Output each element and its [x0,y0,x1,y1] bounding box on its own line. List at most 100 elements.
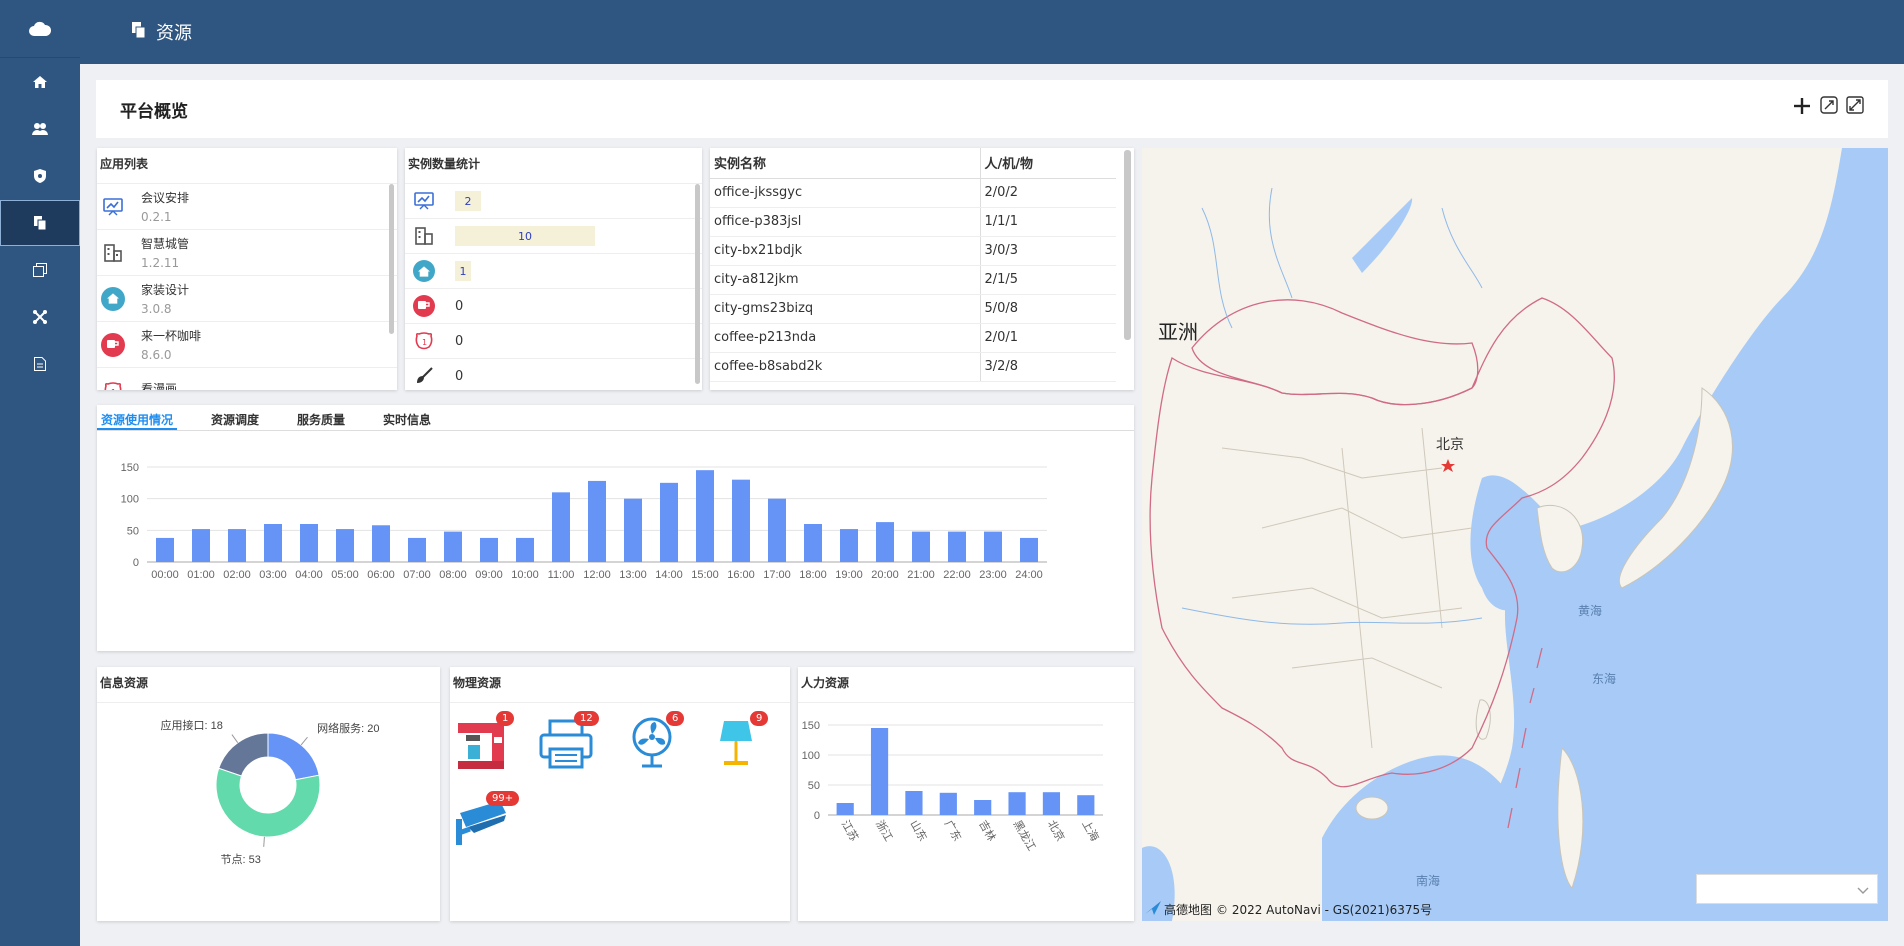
bar [624,498,642,562]
instance-name: office-p383jsl [710,207,980,237]
app-name: 智慧城管 [141,237,190,251]
sidebar [0,0,80,946]
column-header-ratio[interactable]: 人/机/物 [979,148,1116,179]
edit-external-icon[interactable] [1820,96,1838,121]
bar [939,792,957,815]
autonavi-logo-icon [1144,900,1162,919]
table-row[interactable]: city-a812jkm 2/1/5 [710,265,1116,295]
lamp-icon[interactable] [716,717,756,773]
pie-slice [215,767,321,838]
instances-table: 实例名称 人/机/物 office-jkssgyc 2/0/2 office-p3… [710,148,1116,382]
network-icon[interactable] [0,294,80,340]
instance-ratio: 3/2/8 [979,352,1116,382]
instance-ratio: 3/0/3 [979,236,1116,266]
page-title: 资源 [156,23,192,44]
overview-title: 平台概览 [120,101,188,122]
bar [228,529,246,562]
map-logo-text: 高德地图 [1164,903,1213,917]
tab-resource-scheduling[interactable]: 资源调度 [207,405,263,430]
list-item: 1 0 [405,324,702,359]
copy-icon[interactable] [0,247,80,293]
pie-label: 应用接口: 18 [161,718,223,732]
building-icon [413,225,435,247]
instance-stats-title: 实例数量统计 [405,148,702,184]
users-icon[interactable] [0,106,80,152]
bar [1077,795,1095,815]
map-attribution: 高德地图 © 2022 AutoNavi - GS(2021)6375号 [1144,900,1432,919]
coffee-icon [101,332,125,357]
bar [912,531,930,562]
instance-stats-scrollbar[interactable] [695,184,700,384]
instance-count-bar: 10 [455,226,595,246]
list-item[interactable]: 智慧城管 1.2.11 [97,230,397,276]
resources-nav-icon[interactable] [0,200,80,246]
table-row[interactable]: coffee-p213nda 2/0/1 [710,323,1116,353]
instance-ratio: 2/0/2 [979,178,1116,208]
svg-text:1: 1 [422,338,427,347]
instance-name: city-gms23bizq [710,294,980,324]
table-row[interactable]: office-p383jsl 1/1/1 [710,207,1116,237]
coffee-machine-icon[interactable] [454,717,508,775]
shield-icon[interactable] [0,153,80,199]
bar [264,524,282,562]
coffee-icon [413,295,435,317]
table-row[interactable]: city-bx21bdjk 3/0/3 [710,236,1116,266]
resources-title-icon [132,21,146,43]
x-tick-label: 02:00 [223,569,251,581]
x-tick-label: 20:00 [871,569,899,581]
list-item[interactable]: 1 看漫画 [97,368,397,390]
tab-realtime-info[interactable]: 实时信息 [379,405,435,430]
pie-label-line [263,836,265,847]
fan-icon[interactable] [630,717,674,773]
plus-icon[interactable] [1792,96,1812,121]
tab-resource-usage[interactable]: 资源使用情况 [97,405,178,430]
table-row[interactable]: coffee-b8sabd2k 3/2/8 [710,352,1116,382]
fullscreen-icon[interactable] [1846,96,1864,121]
bar [516,537,534,562]
instance-count: 0 [455,298,464,314]
pie-label: 网络服务: 20 [317,721,379,735]
resource-usage-panel: 资源使用情况 资源调度 服务质量 实时信息 0 50 100 150 00:00 01:0… [97,405,1134,651]
map-view[interactable]: 亚洲 北京 黄海 东海 南海 高德地图 © 2022 AutoNavi - GS… [1142,148,1888,921]
resource-tabs: 资源使用情况 资源调度 服务质量 实时信息 [97,405,1134,431]
list-item: 1 [405,254,702,289]
cloud-logo-icon[interactable] [0,0,80,58]
bar [408,537,426,562]
app-version: 0.2.1 [141,210,172,224]
bar [876,522,894,562]
app-name: 来一杯咖啡 [141,329,202,343]
overview-tools [1792,96,1864,121]
list-item: 2 [405,184,702,219]
table-header-row: 实例名称 人/机/物 [710,148,1116,179]
y-tick-label: 50 [127,525,139,537]
list-item[interactable]: 来一杯咖啡 8.6.0 [97,322,397,368]
bar [336,529,354,562]
bar [870,728,889,815]
table-row[interactable]: office-jkssgyc 2/0/2 [710,178,1116,208]
pie-label-line [300,736,308,746]
x-tick-label: 11:00 [548,569,575,581]
app-list-scrollbar[interactable] [389,184,394,334]
list-item[interactable]: 会议安排 0.2.1 [97,184,397,230]
bar [192,529,210,562]
x-tick-label: 广东 [942,818,964,844]
pie-slice [267,732,320,781]
tab-service-quality[interactable]: 服务质量 [293,405,349,430]
bar [156,537,174,562]
bar [696,470,714,562]
map-layer-select[interactable] [1696,874,1878,904]
instance-ratio: 2/0/1 [979,323,1116,353]
column-header-name[interactable]: 实例名称 [710,148,980,179]
table-row[interactable]: city-gms23bizq 5/0/8 [710,294,1116,324]
instance-count: 0 [455,368,464,384]
document-icon[interactable] [0,341,80,387]
instances-scrollbar[interactable] [1124,150,1131,340]
list-item[interactable]: 家装设计 3.0.8 [97,276,397,322]
home-icon[interactable] [0,59,80,105]
x-tick-label: 04:00 [295,569,323,581]
instance-ratio: 1/1/1 [979,207,1116,237]
x-tick-label: 00:00 [151,569,179,581]
list-item: 0 [405,289,702,324]
y-tick-label: 150 [121,462,139,474]
pie-label: 节点: 53 [221,853,261,866]
